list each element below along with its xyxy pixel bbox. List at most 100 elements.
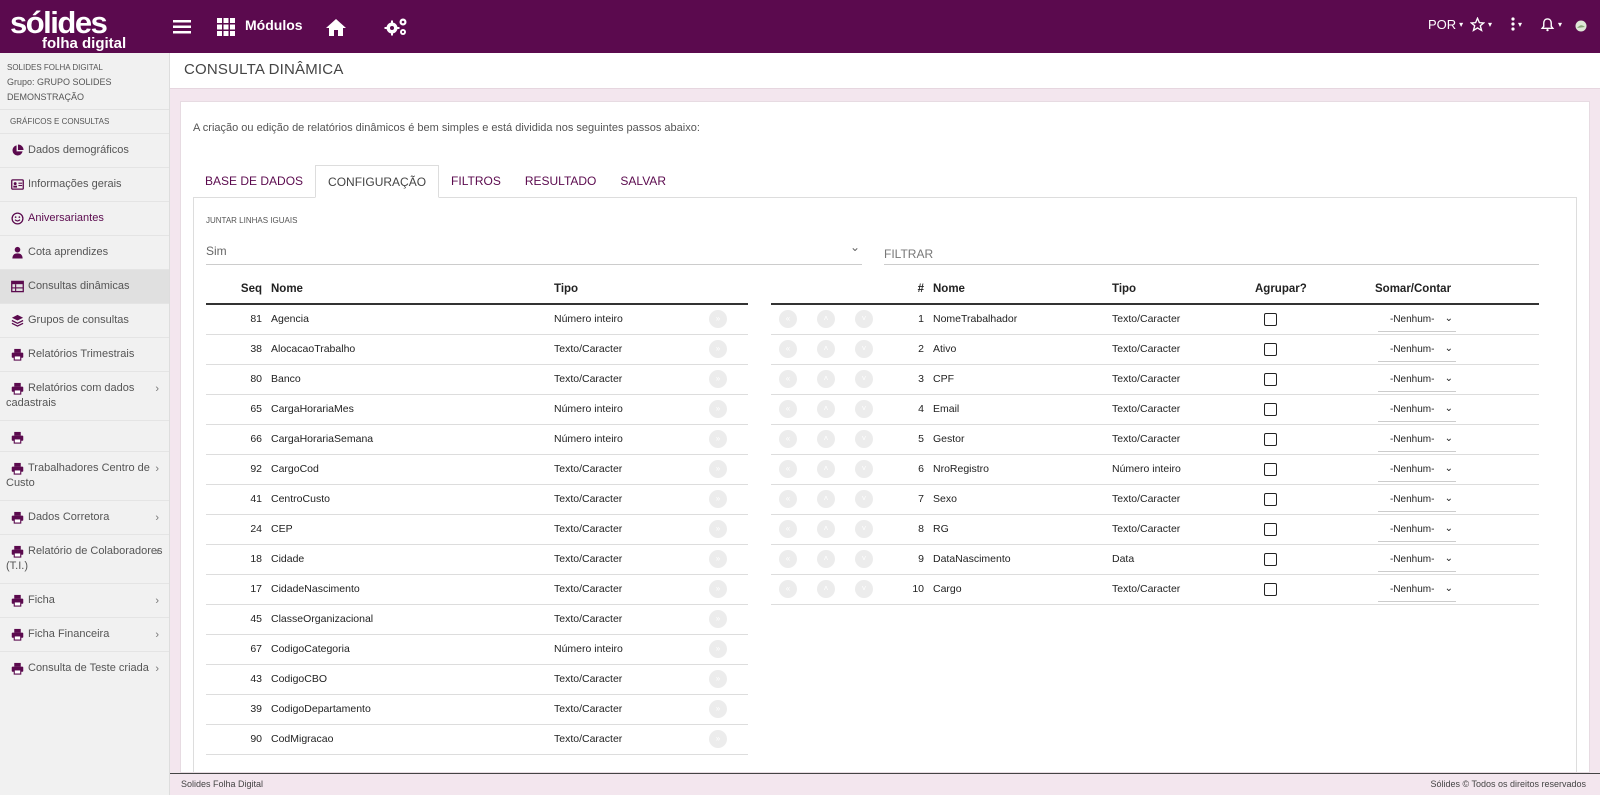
add-field-button[interactable]: »	[709, 310, 727, 329]
move-to-top-button[interactable]: «	[779, 580, 797, 598]
somar-contar-select[interactable]: -Nenhum- ⌄	[1378, 396, 1456, 422]
sidebar-item-dados-demograficos[interactable]: Dados demográficos	[0, 133, 169, 167]
somar-contar-select[interactable]: -Nenhum- ⌄	[1378, 306, 1456, 333]
move-to-top-button[interactable]: «	[779, 520, 797, 538]
somar-contar-select[interactable]: -Nenhum- ⌄	[1378, 546, 1456, 572]
move-to-top-button[interactable]: «	[779, 400, 797, 418]
sidebar-item-cota-aprendizes[interactable]: Cota aprendizes	[0, 235, 169, 269]
move-down-button[interactable]: ˅	[855, 310, 873, 329]
somar-contar-select[interactable]: -Nenhum- ⌄	[1378, 486, 1456, 512]
move-to-top-button[interactable]: «	[779, 310, 797, 329]
add-field-button[interactable]: »	[709, 580, 727, 598]
modulos-menu-button[interactable]: Módulos	[245, 17, 303, 33]
filter-input[interactable]	[884, 234, 1539, 265]
gears-icon[interactable]	[383, 14, 409, 40]
move-up-button[interactable]: ˄	[817, 580, 835, 598]
sidebar-item-ficha[interactable]: Ficha ›	[0, 583, 169, 617]
add-field-button[interactable]: »	[709, 610, 727, 628]
home-icon[interactable]	[324, 14, 348, 40]
agrupar-checkbox[interactable]	[1264, 552, 1277, 566]
move-to-top-button[interactable]: «	[779, 370, 797, 388]
brand-logo[interactable]: sólides folha digital	[10, 7, 136, 53]
add-field-button[interactable]: »	[709, 640, 727, 658]
add-field-button[interactable]: »	[709, 550, 727, 568]
agrupar-checkbox[interactable]	[1264, 522, 1277, 536]
move-to-top-button[interactable]: «	[779, 340, 797, 358]
agrupar-checkbox[interactable]	[1264, 372, 1277, 386]
print-icon	[11, 382, 24, 395]
hamburger-menu-icon[interactable]	[172, 14, 192, 40]
move-down-button[interactable]: ˅	[855, 340, 873, 358]
move-down-button[interactable]: ˅	[855, 430, 873, 448]
agrupar-checkbox[interactable]	[1264, 462, 1277, 476]
sidebar-item-dados-corretora[interactable]: Dados Corretora ›	[0, 500, 169, 534]
move-up-button[interactable]: ˄	[817, 490, 835, 508]
user-avatar[interactable]	[1575, 20, 1587, 32]
agrupar-checkbox[interactable]	[1264, 492, 1277, 506]
sidebar-item-informacoes-gerais[interactable]: Informações gerais	[0, 167, 169, 201]
grid-apps-icon[interactable]	[216, 14, 236, 40]
tab-salvar[interactable]: SALVAR	[608, 165, 678, 198]
move-up-button[interactable]: ˄	[817, 340, 835, 358]
sidebar-item-relatorios-dados-cadastrais[interactable]: Relatórios com dados cadastrais ›	[0, 371, 169, 420]
sidebar-item-relatorios-trimestrais[interactable]: Relatórios Trimestrais	[0, 337, 169, 371]
agrupar-checkbox[interactable]	[1264, 342, 1277, 356]
add-field-button[interactable]: »	[709, 400, 727, 418]
move-up-button[interactable]: ˄	[817, 310, 835, 329]
somar-contar-select[interactable]: -Nenhum- ⌄	[1378, 426, 1456, 452]
agrupar-checkbox[interactable]	[1264, 582, 1277, 596]
move-to-top-button[interactable]: «	[779, 550, 797, 568]
sidebar-item-consultas-dinamicas[interactable]: Consultas dinâmicas	[0, 269, 169, 303]
somar-contar-select[interactable]: -Nenhum- ⌄	[1378, 336, 1456, 362]
notifications-bell-icon[interactable]: ▾	[1540, 17, 1562, 32]
move-to-top-button[interactable]: «	[779, 490, 797, 508]
move-to-top-button[interactable]: «	[779, 430, 797, 448]
tab-filtros[interactable]: FILTROS	[439, 165, 513, 198]
tab-base-de-dados[interactable]: BASE DE DADOS	[193, 165, 315, 198]
agrupar-checkbox[interactable]	[1264, 312, 1277, 326]
move-up-button[interactable]: ˄	[817, 400, 835, 418]
sidebar-item-unnamed[interactable]	[0, 420, 169, 451]
add-field-button[interactable]: »	[709, 700, 727, 718]
add-field-button[interactable]: »	[709, 370, 727, 388]
sidebar-item-ficha-financeira[interactable]: Ficha Financeira ›	[0, 617, 169, 651]
tab-resultado[interactable]: RESULTADO	[513, 165, 609, 198]
cell-seq: 65	[206, 394, 271, 425]
somar-contar-select[interactable]: -Nenhum- ⌄	[1378, 456, 1456, 482]
move-down-button[interactable]: ˅	[855, 490, 873, 508]
agrupar-checkbox[interactable]	[1264, 432, 1277, 446]
sidebar-item-consulta-de-teste-criada[interactable]: Consulta de Teste criada ›	[0, 651, 169, 685]
move-down-button[interactable]: ˅	[855, 370, 873, 388]
sidebar-item-aniversariantes[interactable]: Aniversariantes	[0, 201, 169, 235]
tab-configuracao[interactable]: CONFIGURAÇÃO	[315, 165, 440, 198]
somar-contar-select[interactable]: -Nenhum- ⌄	[1378, 576, 1456, 602]
agrupar-checkbox[interactable]	[1264, 402, 1277, 416]
add-field-button[interactable]: »	[709, 430, 727, 448]
add-field-button[interactable]: »	[709, 340, 727, 358]
add-field-button[interactable]: »	[709, 490, 727, 508]
move-down-button[interactable]: ˅	[855, 550, 873, 568]
add-field-button[interactable]: »	[709, 670, 727, 688]
move-up-button[interactable]: ˄	[817, 550, 835, 568]
favorites-star-icon[interactable]: ▾	[1470, 17, 1492, 32]
juntar-linhas-select[interactable]: Sim ⌄	[206, 234, 862, 265]
move-down-button[interactable]: ˅	[855, 460, 873, 478]
move-to-top-button[interactable]: «	[779, 460, 797, 478]
somar-contar-select[interactable]: -Nenhum- ⌄	[1378, 366, 1456, 392]
add-field-button[interactable]: »	[709, 730, 727, 748]
add-field-button[interactable]: »	[709, 460, 727, 478]
somar-contar-select[interactable]: -Nenhum- ⌄	[1378, 516, 1456, 542]
sidebar-item-grupos-de-consultas[interactable]: Grupos de consultas	[0, 303, 169, 337]
language-selector[interactable]: POR ▾	[1428, 17, 1463, 32]
move-down-button[interactable]: ˅	[855, 580, 873, 598]
more-options-icon[interactable]: ▾	[1511, 17, 1522, 31]
move-down-button[interactable]: ˅	[855, 400, 873, 418]
add-field-button[interactable]: »	[709, 520, 727, 538]
move-up-button[interactable]: ˄	[817, 520, 835, 538]
move-up-button[interactable]: ˄	[817, 370, 835, 388]
sidebar-item-trabalhadores-centro-de-custo[interactable]: Trabalhadores Centro de Custo ›	[0, 451, 169, 500]
move-up-button[interactable]: ˄	[817, 430, 835, 448]
sidebar-item-relatorio-colaboradores-ti[interactable]: Relatório de Colaboradores (T.I.) ›	[0, 534, 169, 583]
move-up-button[interactable]: ˄	[817, 460, 835, 478]
move-down-button[interactable]: ˅	[855, 520, 873, 538]
